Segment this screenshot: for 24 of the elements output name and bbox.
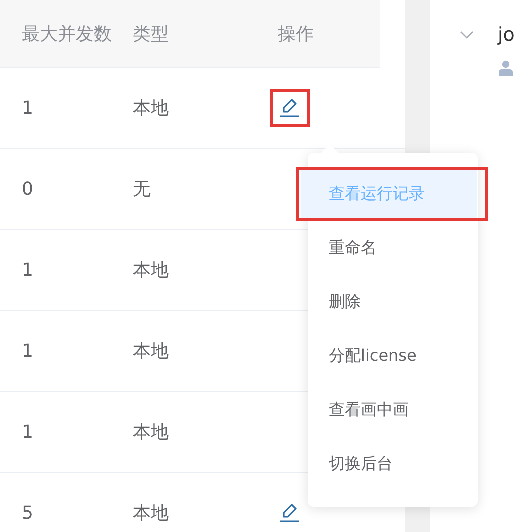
- table-cell-text: 5: [21, 502, 34, 524]
- table-cell-text: 1: [21, 340, 34, 362]
- menu-item[interactable]: 查看画中画: [301, 386, 477, 434]
- menu-item[interactable]: 分配license: [301, 332, 477, 380]
- table-cell-text: 本地: [133, 502, 170, 525]
- table-cell-text: 本地: [133, 421, 170, 444]
- table-cell-text: 本地: [133, 97, 170, 120]
- menu-item[interactable]: 重命名: [301, 224, 477, 272]
- menu-item[interactable]: 切换后台: [301, 440, 477, 488]
- edit-icon[interactable]: [279, 98, 301, 118]
- table-cell-text: 本地: [133, 259, 170, 282]
- edit-icon[interactable]: [279, 503, 301, 523]
- menu-item[interactable]: 删除: [301, 278, 477, 326]
- user-icon: [498, 60, 514, 76]
- table-cell-text: 1: [21, 260, 34, 280]
- panel-title: jo: [498, 24, 515, 46]
- table-cell-text: 0: [21, 178, 34, 200]
- column-header: 类型: [133, 22, 170, 46]
- table-cell-text: 1: [21, 98, 34, 118]
- table-cell-text: 无: [133, 178, 152, 201]
- table-cell-text: 本地: [133, 340, 170, 363]
- table-cell-text: 1: [21, 422, 34, 442]
- column-header: 操作: [278, 22, 315, 46]
- column-header: 最大并发数: [21, 22, 113, 46]
